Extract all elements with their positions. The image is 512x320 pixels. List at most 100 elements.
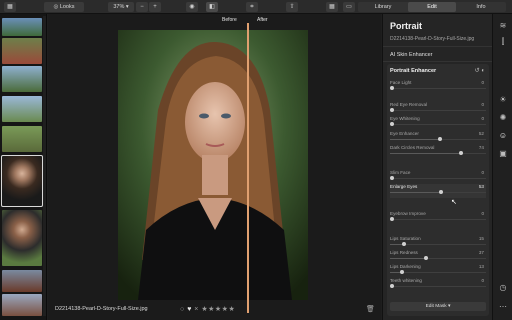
slider-lips-redness[interactable]: Lips Redness 37 [390,250,486,264]
slider-knob[interactable] [459,151,464,155]
filmstrip-thumb[interactable] [2,126,42,152]
compare-icon[interactable]: ◧ [206,2,218,12]
light-icon[interactable]: ☀ [497,94,509,106]
tab-edit[interactable]: Edit [408,2,456,12]
slider-knob[interactable] [438,190,443,194]
before-after-divider[interactable] [247,23,249,313]
portrait-photo[interactable] [118,30,308,300]
grid-view-icon[interactable]: ▦ [326,2,338,12]
layers-icon[interactable]: ≋ [497,20,509,32]
slider-knob[interactable] [402,242,407,246]
slider-eye-enhancer[interactable]: Eye Enhancer 52 [390,131,486,145]
slider-knob[interactable] [423,256,428,260]
single-view-icon[interactable]: ▭ [343,2,355,12]
slider-fill [390,192,441,193]
slider-knob[interactable] [390,86,394,90]
slider-enlarge-eyes[interactable]: Enlarge Eyes 53 [390,184,486,198]
reset-icon[interactable]: ↺ [475,68,480,74]
star-rating[interactable]: ★★★★★ [201,306,235,313]
filmstrip-thumb[interactable] [2,210,42,266]
toggle-icon[interactable]: ◐ [481,68,485,74]
filmstrip-thumb-selected[interactable] [1,155,43,207]
file-name: D2214138-Pearl-D-Story-Full-Size.jpg [55,306,148,312]
slider-track[interactable] [390,242,486,246]
tab-info[interactable]: Info [456,2,506,12]
slider-knob[interactable] [390,176,394,180]
slider-label: Lips Darkening [390,264,421,269]
slider-track[interactable] [390,190,486,194]
slider-value: 0 [481,170,484,175]
filmstrip-thumb[interactable] [2,96,42,122]
section-controls: ↺ ◐ [475,67,485,74]
slider-label: Lips Redness [390,250,418,255]
slider-teeth-whitening[interactable]: Teeth whitening 0 [390,278,486,292]
slider-label: Face Light [390,80,412,85]
slider-track[interactable] [390,151,486,155]
slider-track[interactable] [390,270,486,274]
portrait-enhancer-title: Portrait Enhancer [390,68,437,74]
reject-icon[interactable]: × [194,306,199,313]
slider-value: 74 [478,145,484,150]
slider-value: 13 [478,264,484,269]
slider-dark-circles-removal[interactable]: Dark Circles Removal 74 [390,145,486,159]
ai-skin-enhancer-section[interactable]: AI Skin Enhancer [390,52,433,58]
mode-switcher: Library Edit Info [358,2,506,12]
slider-lips-saturation[interactable]: Lips Saturation 15 [390,236,486,250]
slider-label: Eye Whitening [390,116,420,121]
slider-eyebrow-improve[interactable]: Eyebrow Improve 0 [390,211,486,225]
trash-icon[interactable]: 🗑 [366,305,375,313]
slider-red-eye-removal[interactable]: Red Eye Removal 0 [390,102,486,116]
edit-mask-button[interactable]: Edit Mask ▾ [390,302,486,311]
filmstrip-thumb[interactable] [2,270,42,292]
slider-eye-whitening[interactable]: Eye Whitening 0 [390,116,486,130]
histogram-icon[interactable]: ⫿ [497,36,509,48]
slider-track[interactable] [390,256,486,260]
color-palette-icon[interactable]: ✺ [497,112,509,124]
slider-value: 0 [481,80,484,85]
filmstrip-thumb[interactable] [2,18,42,36]
rating-bar: ○ ♥ × ★★★★★ [180,305,235,313]
tab-library[interactable]: Library [358,2,408,12]
portrait-face-icon[interactable]: ☺ [497,130,509,142]
slider-knob[interactable] [437,137,442,141]
share-icon[interactable]: ⇧ [286,2,298,12]
camera-icon[interactable]: ▣ [497,148,509,160]
history-icon[interactable]: ◷ [497,282,509,294]
more-options-icon[interactable]: ⋯ [497,301,509,313]
zoom-select[interactable]: 37% ▾ [108,2,134,12]
slider-track[interactable] [390,122,486,126]
viewer-bottom-bar: D2214138-Pearl-D-Story-Full-Size.jpg ○ ♥… [48,302,381,320]
filmstrip-thumb[interactable] [2,66,42,92]
slider-track[interactable] [390,284,486,288]
zoom-out-button[interactable]: − [136,2,148,12]
slider-lips-darkening[interactable]: Lips Darkening 13 [390,264,486,278]
slider-knob[interactable] [390,108,394,112]
flag-circle-icon[interactable]: ○ [180,306,185,313]
slider-track[interactable] [390,86,486,90]
slider-track[interactable] [390,137,486,141]
divider [383,61,493,62]
zoom-in-button[interactable]: + [149,2,161,12]
filmstrip-thumb[interactable] [2,38,42,64]
portrait-image [118,30,308,300]
slider-knob[interactable] [390,284,394,288]
slider-track[interactable] [390,217,486,221]
slider-fill [390,258,426,259]
slider-fill [390,153,462,154]
image-viewer: Before After D2214138-Pearl-D-Story-Full… [48,14,381,320]
slider-slim-face[interactable]: Slim Face 0 [390,170,486,184]
slider-face-light[interactable]: Face Light 0 [390,80,486,94]
filmstrip-thumb[interactable] [2,294,42,316]
favorite-heart-icon[interactable]: ♥ [187,306,192,313]
slider-track[interactable] [390,176,486,180]
filmstrip-scrollbar[interactable] [43,16,46,316]
slider-knob[interactable] [390,217,394,221]
slider-track[interactable] [390,108,486,112]
sidebar-toggle-icon[interactable]: ▦ [4,2,16,12]
eye-icon[interactable]: ◉ [186,2,198,12]
crop-icon[interactable]: ⌗ [246,2,258,12]
looks-button[interactable]: ◎ Looks [44,2,84,12]
slider-knob[interactable] [390,122,394,126]
slider-knob[interactable] [400,270,405,274]
mouse-pointer: ↖ [451,199,457,206]
